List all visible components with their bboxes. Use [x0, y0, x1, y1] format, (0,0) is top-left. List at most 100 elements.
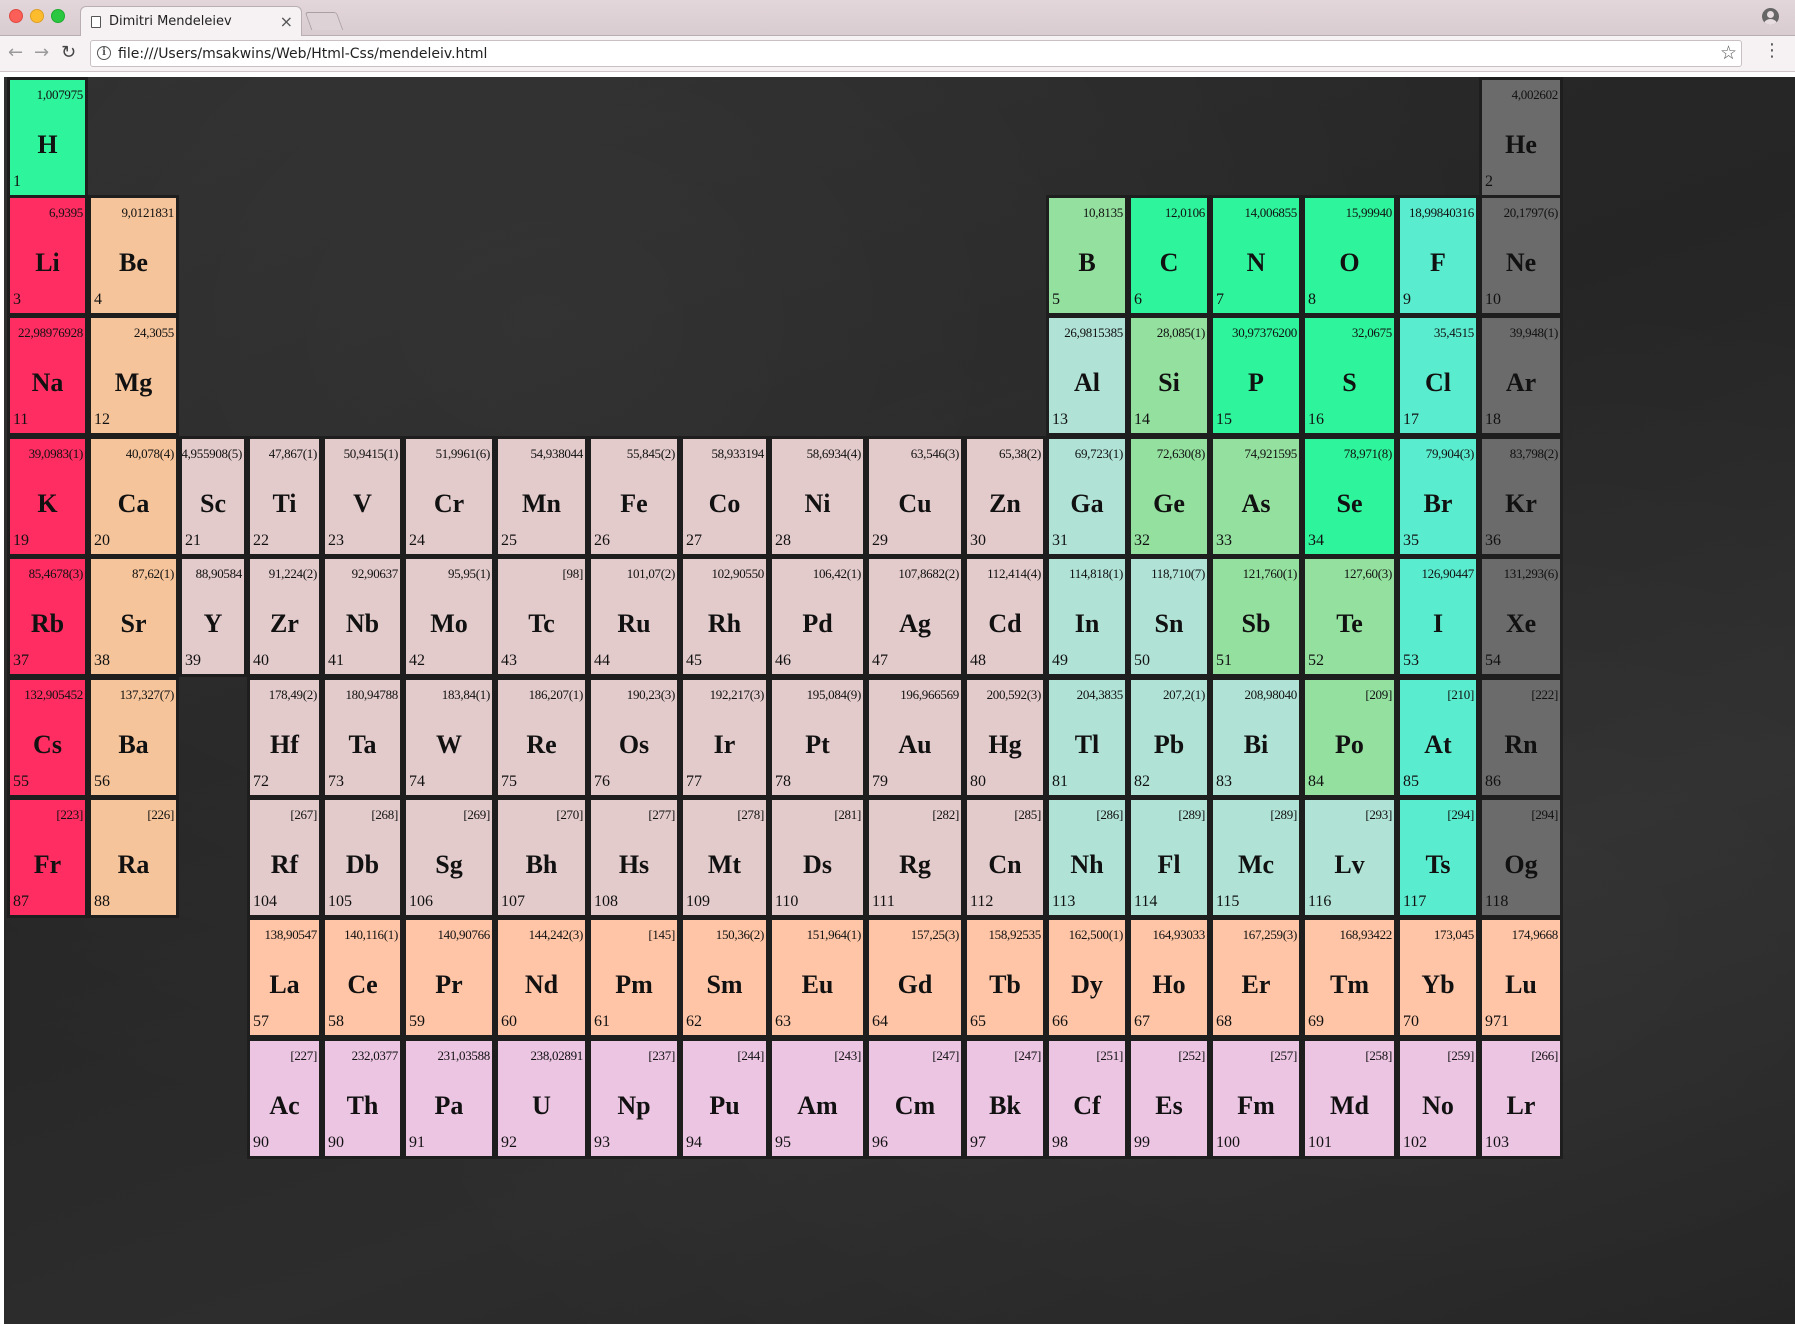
- element-cell-pr[interactable]: 140,90766 Pr 59: [403, 917, 495, 1038]
- element-cell-ga[interactable]: 69,723(1) Ga 31: [1046, 436, 1128, 557]
- element-cell-f[interactable]: 18,99840316 F 9: [1397, 195, 1479, 316]
- element-cell-c[interactable]: 12,0106 C 6: [1128, 195, 1210, 316]
- element-cell-lv[interactable]: [293] Lv 116: [1302, 797, 1397, 918]
- element-cell-ge[interactable]: 72,630(8) Ge 32: [1128, 436, 1210, 557]
- element-cell-cl[interactable]: 35,4515 Cl 17: [1397, 315, 1479, 436]
- element-cell-ba[interactable]: 137,327(7) Ba 56: [88, 677, 179, 798]
- element-cell-er[interactable]: 167,259(3) Er 68: [1210, 917, 1302, 1038]
- element-cell-mn[interactable]: 54,938044 Mn 25: [495, 436, 588, 557]
- element-cell-hs[interactable]: [277] Hs 108: [588, 797, 680, 918]
- element-cell-cd[interactable]: 112,414(4) Cd 48: [964, 556, 1046, 677]
- element-cell-be[interactable]: 9,0121831 Be 4: [88, 195, 179, 316]
- element-cell-dy[interactable]: 162,500(1) Dy 66: [1046, 917, 1128, 1038]
- element-cell-cs[interactable]: 132,905452 Cs 55: [7, 677, 88, 798]
- maximize-window-button[interactable]: [51, 9, 65, 23]
- element-cell-i[interactable]: 126,90447 I 53: [1397, 556, 1479, 677]
- element-cell-ru[interactable]: 101,07(2) Ru 44: [588, 556, 680, 677]
- element-cell-sn[interactable]: 118,710(7) Sn 50: [1128, 556, 1210, 677]
- element-cell-po[interactable]: [209] Po 84: [1302, 677, 1397, 798]
- element-cell-fl[interactable]: [289] Fl 114: [1128, 797, 1210, 918]
- element-cell-pd[interactable]: 106,42(1) Pd 46: [769, 556, 866, 677]
- browser-tab[interactable]: Dimitri Mendeleiev ×: [80, 6, 302, 37]
- element-cell-ti[interactable]: 47,867(1) Ti 22: [247, 436, 322, 557]
- element-cell-nb[interactable]: 92,90637 Nb 41: [322, 556, 403, 677]
- element-cell-ac[interactable]: [227] Ac 90: [247, 1038, 322, 1159]
- element-cell-in[interactable]: 114,818(1) In 49: [1046, 556, 1128, 677]
- element-cell-pt[interactable]: 195,084(9) Pt 78: [769, 677, 866, 798]
- element-cell-no[interactable]: [259] No 102: [1397, 1038, 1479, 1159]
- element-cell-th[interactable]: 232,0377 Th 90: [322, 1038, 403, 1159]
- element-cell-na[interactable]: 22,98976928 Na 11: [7, 315, 88, 436]
- element-cell-n[interactable]: 14,006855 N 7: [1210, 195, 1302, 316]
- element-cell-mc[interactable]: [289] Mc 115: [1210, 797, 1302, 918]
- element-cell-ho[interactable]: 164,93033 Ho 67: [1128, 917, 1210, 1038]
- element-cell-ni[interactable]: 58,6934(4) Ni 28: [769, 436, 866, 557]
- element-cell-sb[interactable]: 121,760(1) Sb 51: [1210, 556, 1302, 677]
- element-cell-br[interactable]: 79,904(3) Br 35: [1397, 436, 1479, 557]
- element-cell-co[interactable]: 58,933194 Co 27: [680, 436, 769, 557]
- element-cell-sr[interactable]: 87,62(1) Sr 38: [88, 556, 179, 677]
- element-cell-bh[interactable]: [270] Bh 107: [495, 797, 588, 918]
- element-cell-rg[interactable]: [282] Rg 111: [866, 797, 964, 918]
- element-cell-tl[interactable]: 204,3835 Tl 81: [1046, 677, 1128, 798]
- element-cell-sc[interactable]: 44,955908(5) Sc 21: [179, 436, 247, 557]
- element-cell-zn[interactable]: 65,38(2) Zn 30: [964, 436, 1046, 557]
- element-cell-rh[interactable]: 102,90550 Rh 45: [680, 556, 769, 677]
- element-cell-sm[interactable]: 150,36(2) Sm 62: [680, 917, 769, 1038]
- element-cell-bi[interactable]: 208,98040 Bi 83: [1210, 677, 1302, 798]
- element-cell-np[interactable]: [237] Np 93: [588, 1038, 680, 1159]
- element-cell-k[interactable]: 39,0983(1) K 19: [7, 436, 88, 557]
- element-cell-au[interactable]: 196,966569 Au 79: [866, 677, 964, 798]
- element-cell-hg[interactable]: 200,592(3) Hg 80: [964, 677, 1046, 798]
- element-cell-pb[interactable]: 207,2(1) Pb 82: [1128, 677, 1210, 798]
- forward-arrow-icon[interactable]: →: [34, 42, 49, 63]
- element-cell-he[interactable]: 4,002602 He 2: [1479, 77, 1563, 198]
- element-cell-rb[interactable]: 85,4678(3) Rb 37: [7, 556, 88, 677]
- minimize-window-button[interactable]: [30, 9, 44, 23]
- element-cell-pu[interactable]: [244] Pu 94: [680, 1038, 769, 1159]
- menu-dots-icon[interactable]: ⋮: [1763, 42, 1781, 60]
- element-cell-rf[interactable]: [267] Rf 104: [247, 797, 322, 918]
- element-cell-gd[interactable]: 157,25(3) Gd 64: [866, 917, 964, 1038]
- element-cell-pa[interactable]: 231,03588 Pa 91: [403, 1038, 495, 1159]
- element-cell-u[interactable]: 238,02891 U 92: [495, 1038, 588, 1159]
- element-cell-la[interactable]: 138,90547 La 57: [247, 917, 322, 1038]
- element-cell-rn[interactable]: [222] Rn 86: [1479, 677, 1563, 798]
- element-cell-og[interactable]: [294] Og 118: [1479, 797, 1563, 918]
- element-cell-y[interactable]: 88,90584 Y 39: [179, 556, 247, 677]
- element-cell-eu[interactable]: 151,964(1) Eu 63: [769, 917, 866, 1038]
- element-cell-cr[interactable]: 51,9961(6) Cr 24: [403, 436, 495, 557]
- element-cell-w[interactable]: 183,84(1) W 74: [403, 677, 495, 798]
- element-cell-se[interactable]: 78,971(8) Se 34: [1302, 436, 1397, 557]
- element-cell-ir[interactable]: 192,217(3) Ir 77: [680, 677, 769, 798]
- element-cell-md[interactable]: [258] Md 101: [1302, 1038, 1397, 1159]
- element-cell-sg[interactable]: [269] Sg 106: [403, 797, 495, 918]
- element-cell-os[interactable]: 190,23(3) Os 76: [588, 677, 680, 798]
- element-cell-si[interactable]: 28,085(1) Si 14: [1128, 315, 1210, 436]
- element-cell-as[interactable]: 74,921595 As 33: [1210, 436, 1302, 557]
- element-cell-fe[interactable]: 55,845(2) Fe 26: [588, 436, 680, 557]
- bookmark-star-icon[interactable]: ☆: [1720, 42, 1737, 64]
- element-cell-ce[interactable]: 140,116(1) Ce 58: [322, 917, 403, 1038]
- reload-icon[interactable]: ↻: [61, 42, 76, 63]
- element-cell-nh[interactable]: [286] Nh 113: [1046, 797, 1128, 918]
- element-cell-b[interactable]: 10,8135 B 5: [1046, 195, 1128, 316]
- element-cell-cf[interactable]: [251] Cf 98: [1046, 1038, 1128, 1159]
- element-cell-mg[interactable]: 24,3055 Mg 12: [88, 315, 179, 436]
- info-icon[interactable]: i: [97, 46, 111, 60]
- element-cell-ag[interactable]: 107,8682(2) Ag 47: [866, 556, 964, 677]
- element-cell-tb[interactable]: 158,92535 Tb 65: [964, 917, 1046, 1038]
- element-cell-pm[interactable]: [145] Pm 61: [588, 917, 680, 1038]
- element-cell-am[interactable]: [243] Am 95: [769, 1038, 866, 1159]
- element-cell-al[interactable]: 26,9815385 Al 13: [1046, 315, 1128, 436]
- element-cell-ds[interactable]: [281] Ds 110: [769, 797, 866, 918]
- element-cell-fr[interactable]: [223] Fr 87: [7, 797, 88, 918]
- element-cell-kr[interactable]: 83,798(2) Kr 36: [1479, 436, 1563, 557]
- element-cell-ca[interactable]: 40,078(4) Ca 20: [88, 436, 179, 557]
- element-cell-ta[interactable]: 180,94788 Ta 73: [322, 677, 403, 798]
- element-cell-re[interactable]: 186,207(1) Re 75: [495, 677, 588, 798]
- element-cell-ne[interactable]: 20,1797(6) Ne 10: [1479, 195, 1563, 316]
- element-cell-lu[interactable]: 174,9668 Lu 971: [1479, 917, 1563, 1038]
- element-cell-tm[interactable]: 168,93422 Tm 69: [1302, 917, 1397, 1038]
- element-cell-xe[interactable]: 131,293(6) Xe 54: [1479, 556, 1563, 677]
